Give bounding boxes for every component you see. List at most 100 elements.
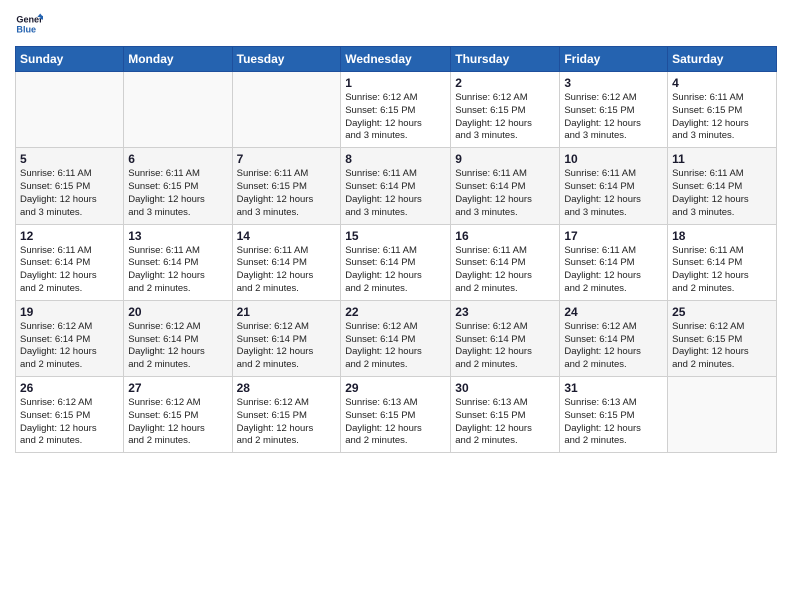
day-number: 13 [128, 229, 227, 243]
calendar-cell: 29 Sunrise: 6:13 AM Sunset: 6:15 PM Dayli… [341, 377, 451, 453]
day-info: Sunrise: 6:11 AM Sunset: 6:14 PM Dayligh… [345, 168, 446, 219]
calendar-cell: 31 Sunrise: 6:13 AM Sunset: 6:15 PM Dayli… [560, 377, 668, 453]
calendar-cell: 19Sunrise: 6:12 AM Sunset: 6:14 PM Dayli… [16, 300, 124, 376]
calendar-cell: 16 Sunrise: 6:11 AM Sunset: 6:14 PM Dayli… [451, 224, 560, 300]
week-row-4: 19 Sunrise: 6:12 AM Sunset: 6:14 PM Dayli… [16, 300, 777, 376]
calendar-cell: 6 Sunrise: 6:11 AM Sunset: 6:15 PM Daylig… [124, 148, 232, 224]
day-info: Sunrise: 6:11 AM Sunset: 6:14 PM Dayligh… [237, 245, 337, 296]
day-info: Sunrise: 6:12 AM Sunset: 6:15 PM Dayligh… [128, 397, 227, 448]
day-number: 6 [128, 152, 227, 166]
day-info: Sunrise: 6:11 AM Sunset: 6:14 PM Dayligh… [20, 245, 119, 296]
day-info: Sunrise: 6:12 AM Sunset: 6:14 PM Dayligh… [455, 321, 555, 372]
day-number: 30 [455, 381, 555, 395]
day-info: Sunrise: 6:12 AM Sunset: 6:15 PM Dayligh… [20, 397, 119, 448]
day-info: Sunrise: 6:12 AM Sunset: 6:15 PM Dayligh… [564, 92, 663, 143]
calendar-table: SundayMondayTuesdayWednesdayThursdayFrid… [15, 46, 777, 453]
calendar-cell: 9 Sunrise: 6:11 AM Sunset: 6:14 PM Daylig… [451, 148, 560, 224]
page: General Blue SundayMondayTuesdayWednesda… [0, 0, 792, 612]
calendar-cell [16, 72, 124, 148]
day-number: 8 [345, 152, 446, 166]
day-number: 23 [455, 305, 555, 319]
day-info: Sunrise: 6:12 AM Sunset: 6:14 PM Dayligh… [345, 321, 446, 372]
header-saturday: Saturday [668, 47, 777, 72]
week-row-5: 26 Sunrise: 6:12 AM Sunset: 6:15 PM Dayli… [16, 377, 777, 453]
header-thursday: Thursday [451, 47, 560, 72]
day-info: Sunrise: 6:13 AM Sunset: 6:15 PM Dayligh… [455, 397, 555, 448]
day-info: Sunrise: 6:12 AM Sunset: 6:14 PM Dayligh… [128, 321, 227, 372]
week-row-2: 5 Sunrise: 6:11 AM Sunset: 6:15 PM Daylig… [16, 148, 777, 224]
day-number: 2 [455, 76, 555, 90]
day-number: 11 [672, 152, 772, 166]
week-row-3: 12 Sunrise: 6:11 AM Sunset: 6:14 PM Dayli… [16, 224, 777, 300]
calendar-cell: 11Sunrise: 6:11 AM Sunset: 6:14 PM Dayli… [668, 148, 777, 224]
svg-text:Blue: Blue [16, 24, 36, 34]
day-info: Sunrise: 6:11 AM Sunset: 6:14 PM Dayligh… [455, 168, 555, 219]
calendar-cell: 28 Sunrise: 6:12 AM Sunset: 6:15 PM Dayli… [232, 377, 341, 453]
day-info: Sunrise: 6:12 AM Sunset: 6:14 PM Dayligh… [564, 321, 663, 372]
day-number: 19 [20, 305, 119, 319]
day-number: 1 [345, 76, 446, 90]
calendar-cell [668, 377, 777, 453]
calendar-cell: 7Sunrise: 6:11 AM Sunset: 6:15 PM Daylig… [232, 148, 341, 224]
day-number: 28 [237, 381, 337, 395]
day-info: Sunrise: 6:12 AM Sunset: 6:15 PM Dayligh… [345, 92, 446, 143]
calendar-cell: 14 Sunrise: 6:11 AM Sunset: 6:14 PM Dayli… [232, 224, 341, 300]
calendar-cell: 20 Sunrise: 6:12 AM Sunset: 6:14 PM Dayli… [124, 300, 232, 376]
day-info: Sunrise: 6:13 AM Sunset: 6:15 PM Dayligh… [345, 397, 446, 448]
day-number: 16 [455, 229, 555, 243]
day-info: Sunrise: 6:11 AM Sunset: 6:14 PM Dayligh… [345, 245, 446, 296]
calendar-cell: 5Sunrise: 6:11 AM Sunset: 6:15 PM Daylig… [16, 148, 124, 224]
calendar-header-row: SundayMondayTuesdayWednesdayThursdayFrid… [16, 47, 777, 72]
calendar-cell: 17Sunrise: 6:11 AM Sunset: 6:14 PM Dayli… [560, 224, 668, 300]
day-info: Sunrise: 6:12 AM Sunset: 6:15 PM Dayligh… [237, 397, 337, 448]
day-info: Sunrise: 6:11 AM Sunset: 6:14 PM Dayligh… [128, 245, 227, 296]
header-sunday: Sunday [16, 47, 124, 72]
calendar-cell: 12 Sunrise: 6:11 AM Sunset: 6:14 PM Dayli… [16, 224, 124, 300]
calendar-cell: 13 Sunrise: 6:11 AM Sunset: 6:14 PM Dayli… [124, 224, 232, 300]
day-info: Sunrise: 6:11 AM Sunset: 6:14 PM Dayligh… [455, 245, 555, 296]
logo: General Blue [15, 10, 47, 38]
day-number: 4 [672, 76, 772, 90]
day-number: 25 [672, 305, 772, 319]
calendar-cell: 8 Sunrise: 6:11 AM Sunset: 6:14 PM Daylig… [341, 148, 451, 224]
calendar-cell: 24 Sunrise: 6:12 AM Sunset: 6:14 PM Dayli… [560, 300, 668, 376]
calendar-cell: 22Sunrise: 6:12 AM Sunset: 6:14 PM Dayli… [341, 300, 451, 376]
calendar-cell: 30 Sunrise: 6:13 AM Sunset: 6:15 PM Dayli… [451, 377, 560, 453]
header-wednesday: Wednesday [341, 47, 451, 72]
calendar-cell: 3 Sunrise: 6:12 AM Sunset: 6:15 PM Daylig… [560, 72, 668, 148]
day-number: 26 [20, 381, 119, 395]
day-number: 9 [455, 152, 555, 166]
day-info: Sunrise: 6:12 AM Sunset: 6:14 PM Dayligh… [237, 321, 337, 372]
day-info: Sunrise: 6:11 AM Sunset: 6:14 PM Dayligh… [564, 168, 663, 219]
calendar-cell: 21 Sunrise: 6:12 AM Sunset: 6:14 PM Dayli… [232, 300, 341, 376]
day-info: Sunrise: 6:11 AM Sunset: 6:15 PM Dayligh… [128, 168, 227, 219]
day-number: 31 [564, 381, 663, 395]
calendar-cell: 26 Sunrise: 6:12 AM Sunset: 6:15 PM Dayli… [16, 377, 124, 453]
day-number: 21 [237, 305, 337, 319]
week-row-1: 1 Sunrise: 6:12 AM Sunset: 6:15 PM Daylig… [16, 72, 777, 148]
calendar-cell: 25Sunrise: 6:12 AM Sunset: 6:15 PM Dayli… [668, 300, 777, 376]
day-number: 12 [20, 229, 119, 243]
day-number: 20 [128, 305, 227, 319]
logo-icon: General Blue [15, 10, 43, 38]
header-monday: Monday [124, 47, 232, 72]
calendar-cell [124, 72, 232, 148]
calendar-cell: 18Sunrise: 6:11 AM Sunset: 6:14 PM Dayli… [668, 224, 777, 300]
day-number: 29 [345, 381, 446, 395]
header-friday: Friday [560, 47, 668, 72]
day-info: Sunrise: 6:13 AM Sunset: 6:15 PM Dayligh… [564, 397, 663, 448]
day-info: Sunrise: 6:11 AM Sunset: 6:14 PM Dayligh… [564, 245, 663, 296]
day-number: 14 [237, 229, 337, 243]
calendar-cell: 1 Sunrise: 6:12 AM Sunset: 6:15 PM Daylig… [341, 72, 451, 148]
day-number: 10 [564, 152, 663, 166]
calendar-cell: 10 Sunrise: 6:11 AM Sunset: 6:14 PM Dayli… [560, 148, 668, 224]
calendar-cell: 2Sunrise: 6:12 AM Sunset: 6:15 PM Daylig… [451, 72, 560, 148]
day-number: 24 [564, 305, 663, 319]
header: General Blue [15, 10, 777, 38]
calendar-cell: 15Sunrise: 6:11 AM Sunset: 6:14 PM Dayli… [341, 224, 451, 300]
day-info: Sunrise: 6:11 AM Sunset: 6:15 PM Dayligh… [672, 92, 772, 143]
day-number: 7 [237, 152, 337, 166]
day-number: 3 [564, 76, 663, 90]
calendar-cell: 27Sunrise: 6:12 AM Sunset: 6:15 PM Dayli… [124, 377, 232, 453]
day-number: 5 [20, 152, 119, 166]
